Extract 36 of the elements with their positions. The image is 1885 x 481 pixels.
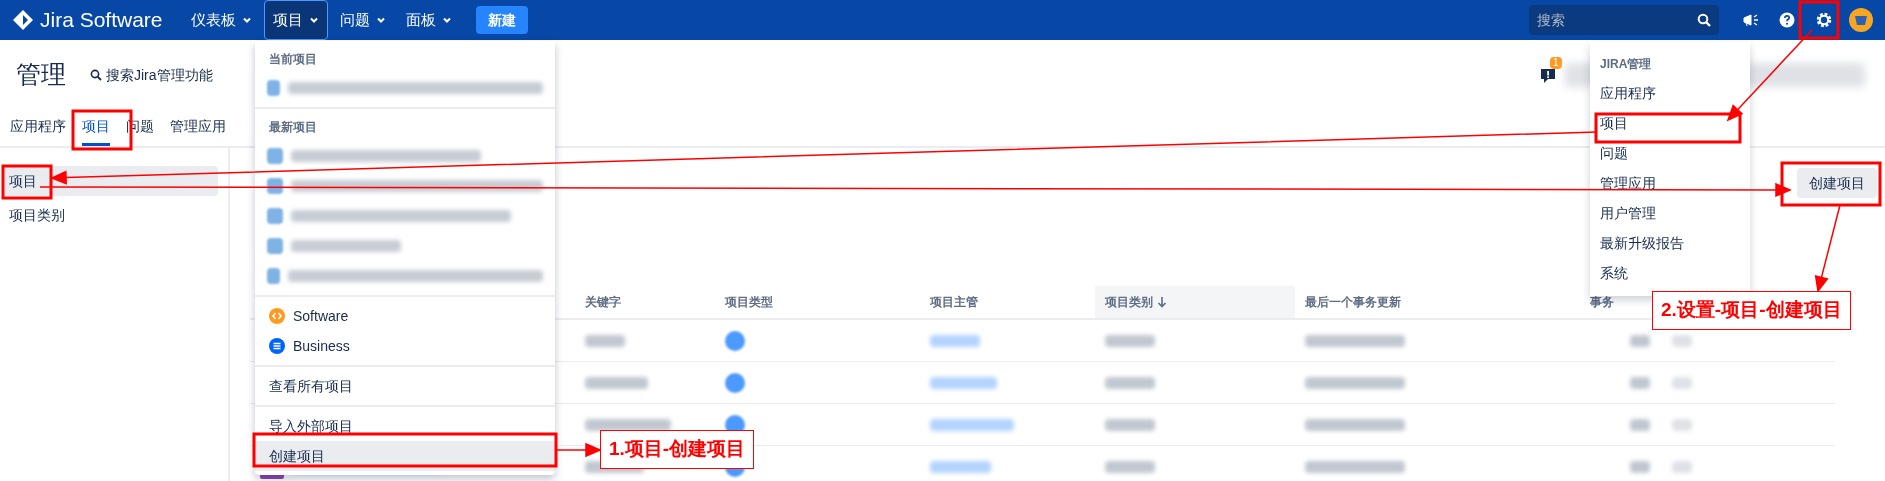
column-header[interactable]: 项目主管	[920, 286, 1095, 318]
menu-item[interactable]: 系统	[1590, 258, 1750, 288]
nav-menu-button[interactable]: 面板	[397, 0, 460, 40]
product-logo-text: Jira Software	[40, 7, 163, 34]
page-title: 管理	[16, 59, 66, 91]
menu-section-heading: JIRA管理	[1599, 56, 1653, 73]
menu-section-heading: 当前项目	[268, 51, 318, 68]
menu-item[interactable]: 查看所有项目	[255, 371, 555, 401]
callout-label: 2.设置-项目-创建项目	[1652, 291, 1851, 330]
notification-badge: 1	[1550, 57, 1562, 69]
admin-search-link[interactable]: 搜索Jira管理功能	[90, 64, 213, 86]
column-header[interactable]: 项目类别	[1095, 286, 1295, 318]
search-field[interactable]: 搜索	[1529, 5, 1719, 35]
menu-item[interactable]: Software	[255, 301, 555, 331]
callout-label: 1.项目-创建项目	[600, 430, 755, 469]
column-header[interactable]: 最后一个事务更新	[1295, 286, 1580, 318]
admin-tab[interactable]: 应用程序	[10, 110, 66, 146]
menu-item[interactable]: 管理应用	[1590, 168, 1750, 198]
menu-item[interactable]: 最新升级报告	[1590, 228, 1750, 258]
admin-tab[interactable]: 管理应用	[170, 110, 226, 146]
menu-section-heading: 最新项目	[268, 119, 318, 136]
create-button[interactable]: 新建	[475, 6, 528, 34]
menu-item[interactable]: 用户管理	[1590, 198, 1750, 228]
column-header[interactable]: 项目类型	[715, 286, 920, 318]
menu-item[interactable]: 导入外部项目	[255, 411, 555, 441]
nav-menu-button[interactable]: 项目	[263, 0, 328, 40]
nav-menu-button[interactable]: 问题	[331, 0, 394, 40]
admin-tab[interactable]: 项目	[82, 110, 110, 146]
column-header[interactable]: 关键字	[575, 286, 715, 318]
menu-item[interactable]: Business	[255, 331, 555, 361]
menu-item[interactable]: 项目	[1590, 108, 1750, 138]
sidebar-item[interactable]: 项目类别	[5, 200, 218, 230]
create-project-button[interactable]: 创建项目	[1797, 168, 1877, 198]
menu-item[interactable]: 问题	[1590, 138, 1750, 168]
nav-menu-button[interactable]: 仪表板	[182, 0, 260, 40]
menu-item[interactable]: 应用程序	[1590, 78, 1750, 108]
